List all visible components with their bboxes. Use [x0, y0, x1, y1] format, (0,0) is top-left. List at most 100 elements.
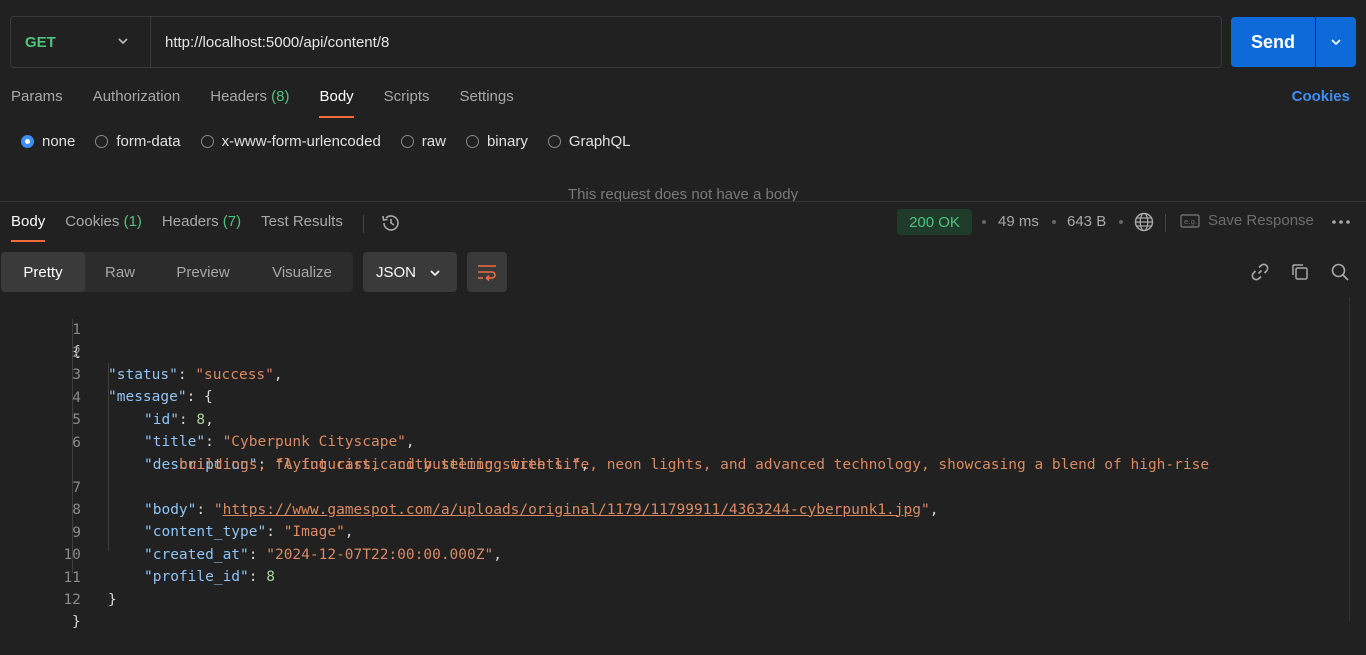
meta-divider	[1165, 214, 1166, 232]
save-response-label: Save Response	[1208, 212, 1314, 229]
code-line: 4 "id": 8,	[0, 365, 214, 428]
line-number: 7	[72, 479, 81, 496]
radio-checked-icon	[21, 135, 34, 148]
response-tab-body[interactable]: Body	[11, 213, 46, 242]
code-line: 7 "body": "https://www.gamespot.com/a/up…	[0, 455, 938, 518]
url-input[interactable]: http://localhost:5000/api/content/8	[151, 34, 389, 51]
line-number: 8	[72, 502, 81, 518]
code-line: 8 "content_type": "Image",	[0, 477, 353, 540]
json-number: 8	[266, 569, 275, 585]
headers-count: (8)	[271, 88, 290, 105]
save-response-button[interactable]: e.g. Save Response	[1180, 212, 1314, 229]
send-options-button[interactable]	[1316, 17, 1356, 67]
tab-body[interactable]: Body	[319, 88, 354, 118]
radio-icon	[465, 135, 479, 148]
meta-separator	[1052, 220, 1056, 224]
response-tab-headers[interactable]: Headers (7)	[162, 213, 241, 242]
json-key: "status"	[108, 366, 178, 383]
method-select[interactable]: GET	[11, 17, 151, 67]
json-number: 8	[196, 411, 206, 428]
response-tabs: Body Cookies (1) Headers (7) Test Result…	[11, 213, 402, 243]
send-button[interactable]: Send	[1231, 17, 1315, 67]
editor-scrollbar[interactable]	[1349, 297, 1350, 621]
status-badge[interactable]: 200 OK	[897, 209, 972, 235]
response-headers-count: (7)	[222, 213, 242, 230]
json-key: "content_type"	[144, 524, 267, 540]
radio-urlencoded[interactable]: x-www-form-urlencoded	[200, 133, 381, 150]
code-line: 5 "title": "Cyberpunk Cityscape",	[0, 387, 414, 450]
chevron-down-icon	[1331, 39, 1341, 46]
copy-icon[interactable]	[1290, 262, 1310, 282]
radio-graphql[interactable]: GraphQL	[547, 133, 631, 150]
json-string: buildings, flying cars, and bustling str…	[179, 457, 581, 473]
view-raw[interactable]: Raw	[85, 252, 155, 292]
code-line: 3 "message": {	[0, 342, 213, 405]
cookies-count: (1)	[123, 213, 142, 230]
response-tab-cookies[interactable]: Cookies (1)	[65, 213, 142, 242]
line-number: 1	[72, 322, 81, 338]
globe-icon[interactable]	[1133, 211, 1155, 233]
radio-label: GraphQL	[568, 133, 631, 150]
line-number: 4	[72, 389, 81, 406]
response-size[interactable]: 643 B	[1067, 213, 1106, 230]
tab-params[interactable]: Params	[11, 88, 63, 118]
radio-icon	[200, 135, 214, 148]
radio-icon	[95, 135, 109, 148]
line-number: 3	[72, 367, 81, 383]
view-mode-segment: Pretty Raw Preview Visualize	[1, 252, 353, 292]
json-url-link[interactable]: https://www.gamespot.com/a/uploads/origi…	[223, 502, 921, 518]
json-brace[interactable]: }	[108, 589, 117, 611]
radio-label: raw	[421, 133, 446, 150]
response-time[interactable]: 49 ms	[998, 213, 1039, 230]
line-number: 9	[72, 524, 81, 541]
radio-icon	[547, 135, 561, 148]
method-label: GET	[25, 33, 56, 51]
history-icon[interactable]	[380, 212, 402, 234]
meta-separator	[982, 220, 986, 224]
view-visualize[interactable]: Visualize	[251, 252, 353, 292]
json-string: "2024-12-07T22:00:00.000Z"	[266, 546, 494, 563]
json-brace[interactable]: }	[72, 611, 81, 633]
save-example-icon: e.g.	[1180, 213, 1200, 228]
radio-label: binary	[486, 133, 528, 150]
tab-authorization[interactable]: Authorization	[93, 88, 181, 118]
json-key: "body"	[144, 501, 197, 518]
json-string: "success"	[195, 366, 274, 383]
radio-form-data[interactable]: form-data	[95, 133, 181, 150]
response-tab-test-results[interactable]: Test Results	[261, 213, 343, 242]
code-line: buildings, flying cars, and bustling str…	[179, 457, 590, 473]
wrap-lines-icon	[478, 265, 496, 282]
json-string: "Image"	[283, 524, 345, 540]
format-select[interactable]: JSON	[363, 252, 457, 292]
json-key: "profile_id"	[144, 569, 249, 585]
link-icon[interactable]	[1250, 262, 1270, 282]
radio-binary[interactable]: binary	[465, 133, 528, 150]
code-line: 6 "description": "A futuristic city teem…	[0, 410, 1209, 473]
wrap-lines-button[interactable]	[467, 252, 507, 292]
line-number: 10	[63, 547, 81, 563]
line-number: 6	[72, 434, 81, 451]
json-key: "id"	[144, 411, 179, 428]
json-brace[interactable]: {	[204, 389, 213, 405]
view-preview[interactable]: Preview	[155, 252, 251, 292]
more-horizontal-icon[interactable]	[1331, 214, 1351, 230]
radio-raw[interactable]: raw	[400, 133, 446, 150]
view-pretty[interactable]: Pretty	[1, 252, 85, 292]
request-url-bar: GET http://localhost:5000/api/content/8	[10, 16, 1222, 68]
code-line: 11 }	[0, 545, 116, 608]
tab-headers[interactable]: Headers (8)	[210, 88, 289, 118]
line-number: 12	[63, 592, 81, 608]
line-number: 11	[63, 569, 81, 586]
code-line: 1 {	[0, 297, 81, 360]
pane-divider[interactable]	[0, 201, 1366, 202]
tab-settings[interactable]: Settings	[460, 88, 514, 118]
radio-none[interactable]: none	[21, 133, 75, 150]
cookies-link[interactable]: Cookies	[1292, 88, 1350, 105]
json-string: "Cyberpunk Cityscape"	[222, 434, 406, 450]
search-icon[interactable]	[1330, 262, 1350, 282]
tab-separator	[362, 215, 364, 233]
response-tab-cookies-label: Cookies	[65, 213, 120, 230]
tab-scripts[interactable]: Scripts	[384, 88, 430, 118]
svg-text:e.g.: e.g.	[1184, 218, 1197, 226]
radio-label: none	[42, 133, 76, 150]
